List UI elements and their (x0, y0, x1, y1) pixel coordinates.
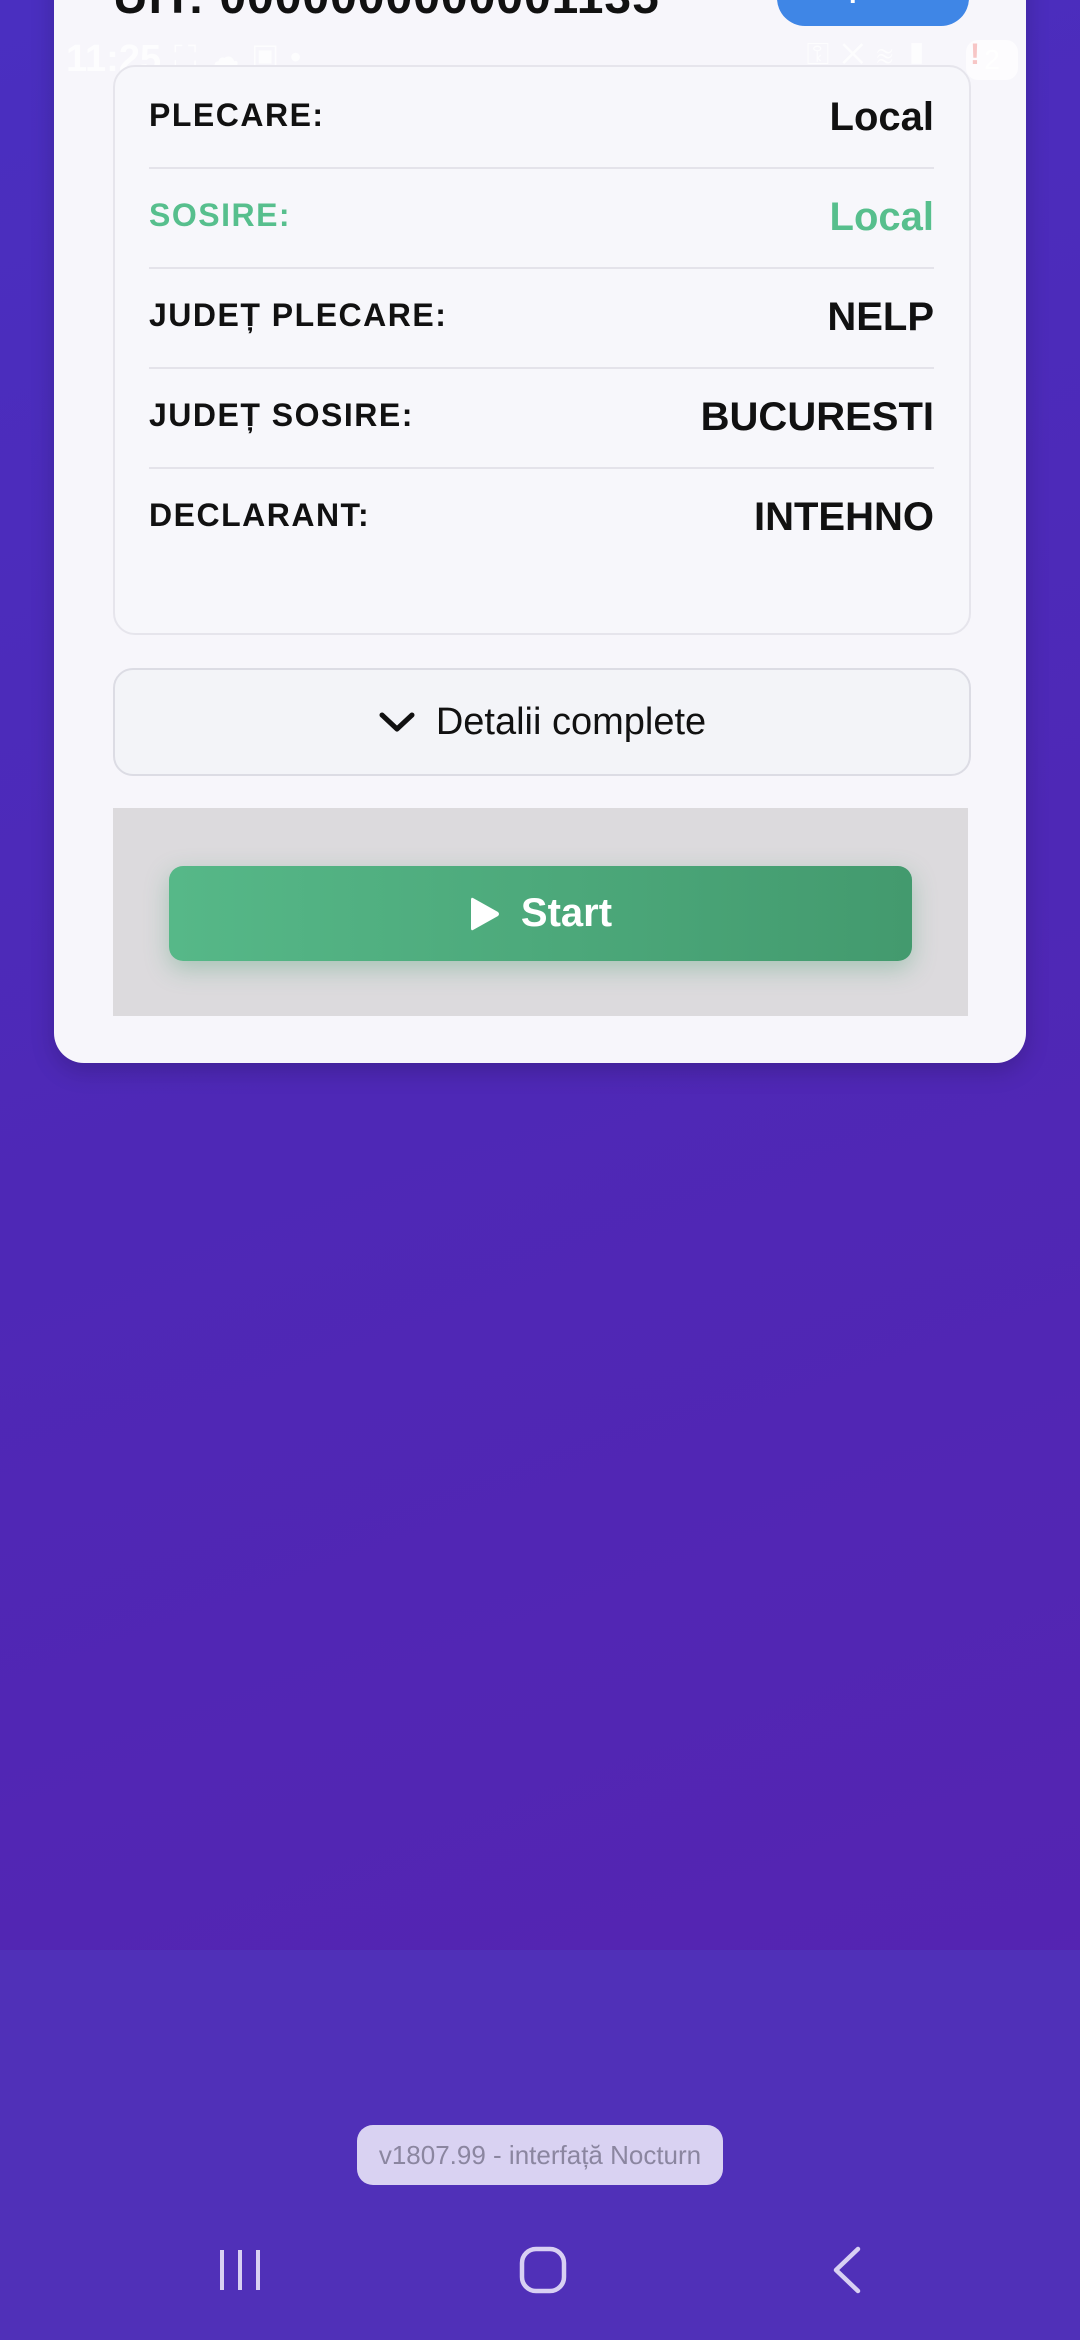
row-departure-county: JUDEȚ PLECARE: NELP (149, 267, 934, 369)
status-badge: Disponibil (777, 0, 969, 26)
battery-icon: 2 (966, 40, 1018, 80)
chevron-down-icon (379, 712, 415, 732)
arrival-value: Local (829, 195, 934, 239)
shipment-id: UIT: 0000000000001135 (113, 0, 660, 25)
recent-apps-icon (220, 2250, 260, 2290)
departure-value: Local (829, 95, 934, 139)
home-icon (519, 2246, 567, 2294)
departure-label: PLECARE: (149, 97, 325, 133)
start-label: Start (520, 891, 613, 935)
declarant-value: INTEHNO (754, 495, 934, 539)
row-declarant: DECLARANT: INTEHNO (149, 467, 934, 567)
arrival-label: SOSIRE: (149, 197, 292, 233)
full-details-label: Detalii complete (435, 700, 707, 743)
declarant-label: DECLARANT: (149, 497, 371, 533)
version-label: v1807.99 - interfață Nocturn (357, 2125, 723, 2185)
recent-apps-button[interactable] (200, 2240, 280, 2300)
play-icon (470, 897, 499, 930)
row-arrival: SOSIRE: Local (149, 167, 934, 269)
arrival-county-label: JUDEȚ SOSIRE: (149, 397, 414, 433)
departure-county-label: JUDEȚ PLECARE: (149, 297, 448, 333)
arrival-county-value: BUCURESTI (700, 395, 934, 439)
home-button[interactable] (503, 2240, 583, 2300)
row-arrival-county: JUDEȚ SOSIRE: BUCURESTI (149, 367, 934, 469)
start-button[interactable]: Start (169, 866, 912, 961)
route-info-box: PLECARE: Local SOSIRE: Local JUDEȚ PLECA… (113, 65, 971, 635)
departure-county-value: NELP (827, 295, 934, 339)
row-departure: PLECARE: Local (149, 67, 934, 169)
start-panel: Start (113, 808, 968, 1016)
full-details-button[interactable]: Detalii complete (113, 668, 971, 776)
back-button[interactable] (806, 2240, 886, 2300)
back-icon (833, 2246, 861, 2294)
